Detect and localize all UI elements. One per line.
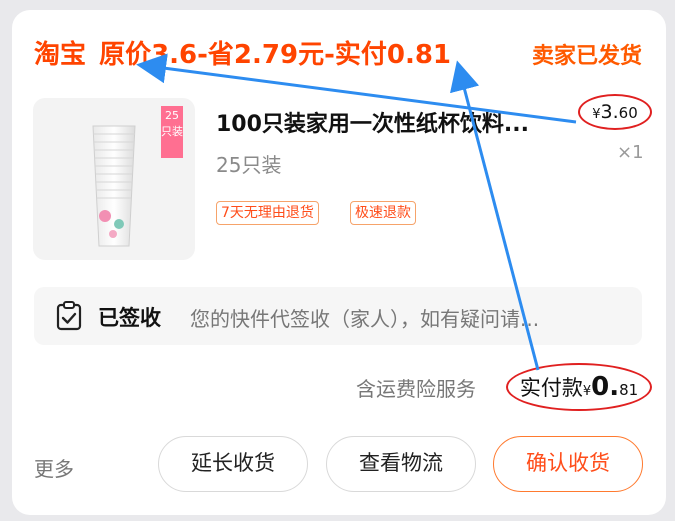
annotation-arrows (136, 53, 577, 371)
arrow-to-original-price (136, 53, 577, 124)
